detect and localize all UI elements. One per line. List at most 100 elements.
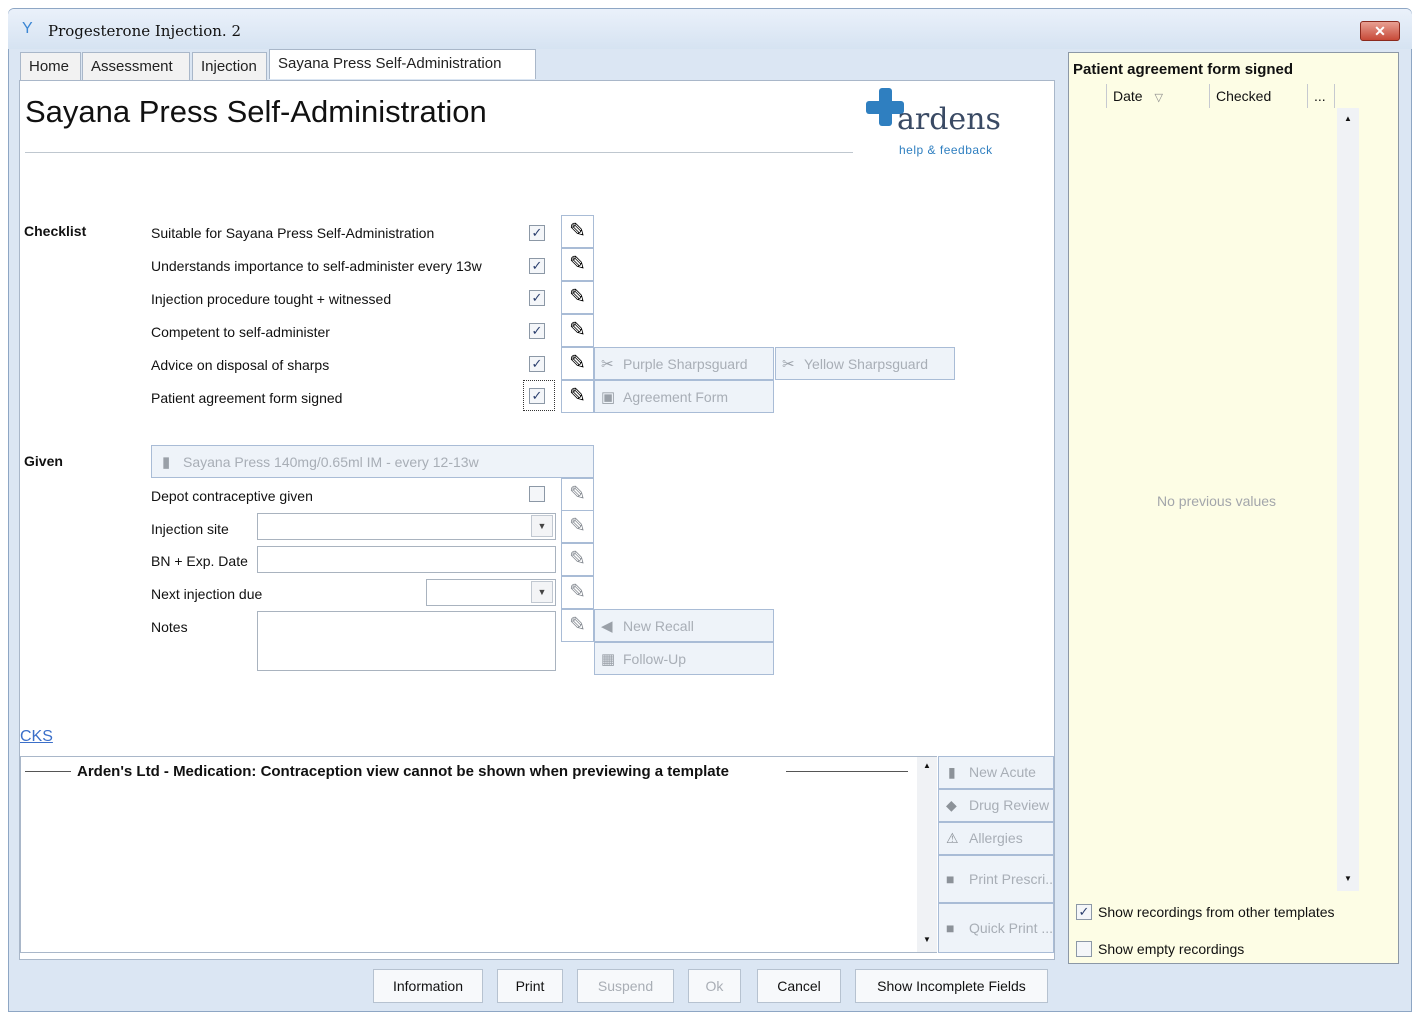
edit-pen-icon[interactable]: ✎ (561, 248, 594, 281)
printer-icon: ■ (946, 871, 955, 887)
app-icon: Y (22, 20, 33, 37)
quick-print-button[interactable]: ■ Quick Print ... (938, 903, 1054, 953)
given-label: Given (24, 453, 63, 469)
checklist-checkbox[interactable]: ✓ (529, 290, 545, 306)
button-label: Purple Sharpsguard (623, 356, 748, 372)
tab-sayana-press[interactable]: Sayana Press Self-Administration (269, 49, 536, 79)
vial-icon: ▮ (948, 764, 956, 780)
ardens-logo[interactable]: ardens help & feedback (866, 88, 1008, 160)
checklist-checkbox[interactable]: ✓ (529, 225, 545, 241)
column-label: Date (1113, 88, 1143, 104)
suspend-button[interactable]: Suspend (577, 969, 674, 1003)
ok-button[interactable]: Ok (688, 969, 741, 1003)
pill-icon: ◆ (946, 797, 957, 813)
cancel-button[interactable]: Cancel (757, 969, 841, 1003)
group-line (786, 771, 908, 772)
edit-pen-icon[interactable]: ✎ (561, 576, 594, 609)
sayana-press-drug-button[interactable]: ▮ Sayana Press 140mg/0.65ml IM - every 12… (151, 445, 594, 478)
yellow-sharpsguard-button[interactable]: ✂ Yellow Sharpsguard (775, 347, 955, 380)
chevron-down-icon[interactable]: ▼ (531, 515, 553, 537)
edit-pen-icon[interactable]: ✎ (561, 314, 594, 347)
bn-exp-date-field[interactable] (257, 546, 556, 573)
scrollbar[interactable]: ▲ ▼ (917, 757, 937, 952)
checklist-item-label: Suitable for Sayana Press Self-Administr… (151, 225, 435, 241)
medication-view: Arden's Ltd - Medication: Contraception … (20, 756, 937, 953)
checklist-item-label: Patient agreement form signed (151, 390, 343, 406)
syringe-icon: ✂ (782, 356, 795, 373)
new-recall-button[interactable]: ◀ New Recall (594, 609, 774, 642)
checked-column-header[interactable]: Checked (1209, 84, 1307, 109)
edit-pen-icon[interactable]: ✎ (561, 215, 594, 248)
empty-state-text: No previous values (1157, 493, 1277, 509)
depot-checkbox[interactable] (529, 486, 545, 502)
chevron-down-icon[interactable]: ▼ (531, 581, 553, 603)
button-label: Allergies (969, 830, 1023, 846)
logo-subtitle: help & feedback (899, 143, 993, 157)
checklist-item-label: Advice on disposal of sharps (151, 357, 330, 373)
agreement-form-button[interactable]: ▣ Agreement Form (594, 380, 774, 413)
scroll-down-icon[interactable]: ▼ (1337, 874, 1359, 883)
checklist-checkbox[interactable]: ✓ (529, 356, 545, 372)
tab-injection[interactable]: Injection (192, 52, 267, 80)
print-prescription-button[interactable]: ■ Print Prescri... (938, 855, 1054, 903)
tab-assessment[interactable]: Assessment (82, 52, 190, 80)
checklist-label: Checklist (24, 223, 87, 239)
history-scrollbar[interactable]: ▲ ▼ (1337, 108, 1359, 891)
information-button[interactable]: Information (373, 969, 483, 1003)
edit-pen-icon[interactable]: ✎ (561, 281, 594, 314)
scroll-up-icon[interactable]: ▲ (1337, 114, 1359, 123)
printer-icon: ■ (946, 920, 955, 936)
scroll-up-icon[interactable]: ▲ (917, 761, 937, 770)
show-empty-label: Show empty recordings (1098, 941, 1245, 957)
edit-pen-icon[interactable]: ✎ (561, 609, 594, 642)
checklist-checkbox[interactable]: ✓ (529, 388, 545, 404)
checklist-item-label: Understands importance to self-administe… (151, 258, 482, 274)
close-button[interactable]: ✕ (1360, 21, 1400, 41)
edit-pen-icon[interactable]: ✎ (561, 380, 594, 413)
checklist-checkbox[interactable]: ✓ (529, 323, 545, 339)
checklist-item-label: Competent to self-administer (151, 324, 330, 340)
scroll-down-icon[interactable]: ▼ (917, 935, 937, 944)
group-line (25, 771, 71, 772)
title-divider (25, 152, 853, 153)
drug-review-button[interactable]: ◆ Drug Review (938, 789, 1054, 822)
window-title: Progesterone Injection. 2 (48, 22, 241, 40)
show-empty-checkbox[interactable] (1076, 941, 1092, 957)
history-panel-title: Patient agreement form signed (1073, 61, 1294, 78)
button-label: Drug Review (969, 797, 1050, 813)
filter-icon: ▽ (1154, 92, 1163, 104)
checklist-checkbox[interactable]: ✓ (529, 258, 545, 274)
button-label: Agreement Form (623, 389, 729, 405)
button-label: Sayana Press 140mg/0.65ml IM - every 12-… (183, 454, 479, 470)
show-incomplete-fields-button[interactable]: Show Incomplete Fields (855, 969, 1048, 1003)
notes-label: Notes (151, 619, 188, 635)
show-other-templates-checkbox[interactable]: ✓ (1076, 904, 1092, 920)
button-label: New Acute (969, 764, 1036, 780)
form-icon: ▣ (601, 389, 616, 406)
allergies-button[interactable]: ⚠ Allergies (938, 822, 1054, 855)
edit-pen-icon[interactable]: ✎ (561, 543, 594, 576)
edit-pen-icon[interactable]: ✎ (561, 347, 594, 380)
cks-link[interactable]: CKS (20, 728, 53, 746)
depot-label: Depot contraceptive given (151, 488, 313, 504)
follow-up-button[interactable]: ▦ Follow-Up (594, 642, 774, 675)
purple-sharpsguard-button[interactable]: ✂ Purple Sharpsguard (594, 347, 774, 380)
notes-textarea[interactable] (257, 611, 556, 671)
more-columns-button[interactable]: ... (1307, 84, 1335, 109)
medication-header: Arden's Ltd - Medication: Contraception … (77, 763, 729, 780)
vial-icon: ▮ (162, 454, 171, 471)
bn-exp-label: BN + Exp. Date (151, 553, 248, 569)
edit-pen-icon[interactable]: ✎ (561, 510, 594, 543)
button-label: Follow-Up (623, 651, 687, 667)
button-label: Print Prescri... (969, 871, 1054, 887)
next-due-label: Next injection due (151, 586, 263, 602)
tab-home[interactable]: Home (20, 52, 81, 80)
megaphone-icon: ◀ (601, 618, 613, 635)
syringe-icon: ✂ (601, 356, 614, 373)
injection-site-select[interactable]: ▼ (257, 513, 556, 540)
next-injection-due-select[interactable]: ▼ (426, 579, 556, 606)
date-column-header[interactable]: Date ▽ (1106, 84, 1210, 109)
print-button[interactable]: Print (497, 969, 563, 1003)
edit-pen-icon[interactable]: ✎ (561, 478, 594, 511)
new-acute-button[interactable]: ▮ New Acute (938, 756, 1054, 789)
